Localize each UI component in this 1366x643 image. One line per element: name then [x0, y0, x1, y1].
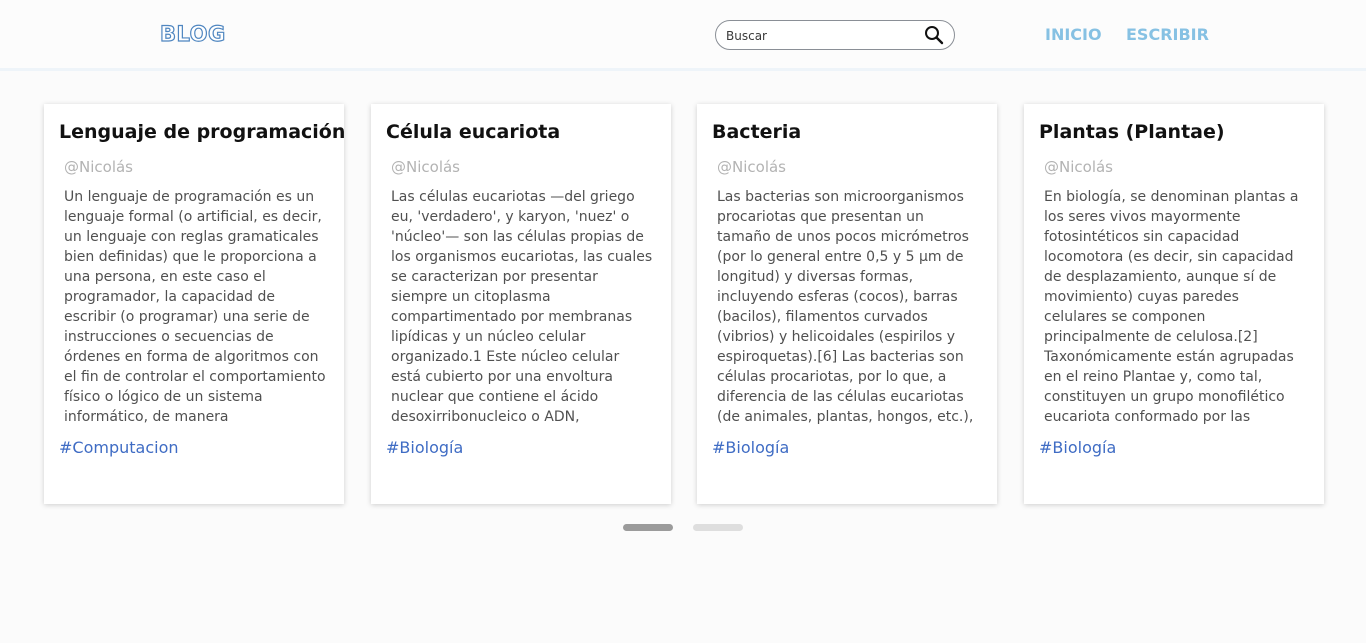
post-card[interactable]: Bacteria @Nicolás Las bacterias son micr…	[697, 104, 997, 504]
nav-escribir[interactable]: ESCRIBIR	[1126, 25, 1209, 44]
carousel-dot[interactable]	[693, 524, 743, 531]
logo[interactable]: BLOG	[159, 21, 225, 46]
post-card[interactable]: Célula eucariota @Nicolás Las células eu…	[371, 104, 671, 504]
post-tag[interactable]: #Biología	[386, 438, 463, 457]
nav-inicio[interactable]: INICIO	[1045, 25, 1102, 44]
post-title: Lenguaje de programación	[59, 121, 346, 143]
carousel-pagination	[0, 524, 1366, 532]
post-title: Célula eucariota	[386, 121, 561, 143]
post-card[interactable]: Plantas (Plantae) @Nicolás En biología, …	[1024, 104, 1324, 504]
search-box[interactable]	[715, 20, 955, 50]
post-author: @Nicolás	[64, 158, 133, 176]
post-tag[interactable]: #Computacion	[59, 438, 179, 457]
post-excerpt: Las células eucariotas —del griego eu, '…	[391, 189, 653, 425]
carousel-dot-active[interactable]	[623, 524, 673, 531]
post-title: Bacteria	[712, 121, 802, 143]
post-tag[interactable]: #Biología	[712, 438, 789, 457]
top-bar: BLOG INICIO ESCRIBIR	[0, 0, 1366, 71]
post-author: @Nicolás	[391, 158, 460, 176]
post-tag[interactable]: #Biología	[1039, 438, 1116, 457]
post-excerpt: Un lenguaje de programación es un lengua…	[64, 189, 326, 425]
post-card[interactable]: Lenguaje de programación @Nicolás Un len…	[44, 104, 346, 504]
post-author: @Nicolás	[717, 158, 786, 176]
search-input[interactable]	[726, 27, 916, 45]
post-title: Plantas (Plantae)	[1039, 121, 1225, 143]
post-excerpt: En biología, se denominan plantas a los …	[1044, 189, 1299, 425]
search-icon[interactable]	[924, 25, 944, 45]
post-author: @Nicolás	[1044, 158, 1113, 176]
post-excerpt: Las bacterias son microorganismos procar…	[717, 189, 974, 425]
